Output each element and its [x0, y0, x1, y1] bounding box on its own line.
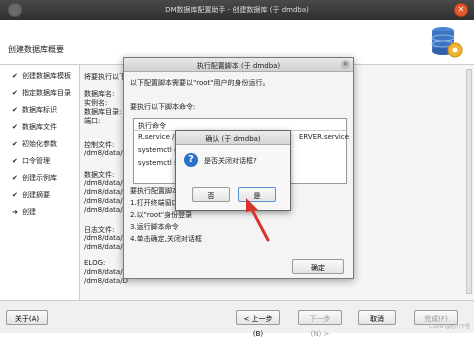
step-item: ✔ 数据库标识 — [12, 106, 57, 114]
data-file-path: /dm8/data/D — [84, 197, 128, 205]
instruction-step: 3.运行脚本命令 — [130, 223, 179, 231]
confirm-dialog-title: 确认 (于 dmdba) — [205, 135, 261, 143]
instruction-step: 4.单击确定,关闭对话框 — [130, 235, 202, 243]
elog-label: ELOG: — [84, 259, 106, 267]
log-file-path: /dm8/data/D — [84, 243, 128, 251]
watermark: CSDN @若川下雪 — [429, 324, 470, 330]
script-description: 以下配置脚本需要以"root"用户的身份运行。 — [130, 79, 270, 87]
script-dialog-title: 执行配置脚本 (于 dmdba) — [196, 62, 281, 70]
step-item: ✔ 创建数据库模板 — [12, 72, 71, 80]
step-item: ✔ 创建摘要 — [12, 191, 50, 199]
step-item: ✔ 数据库文件 — [12, 123, 57, 131]
instruction-step: 1.打开终端窗口 — [130, 199, 179, 207]
step-item: ✔ 创建示例库 — [12, 174, 57, 182]
cancel-button[interactable]: 取消 — [358, 310, 396, 325]
intro-text: 将要执行以下 — [84, 73, 126, 81]
window-title: DM数据库配置助手 - 创建数据库 (于 dmdba) — [165, 6, 309, 14]
elog-path: /dm8/data/D — [84, 268, 128, 276]
database-gear-icon — [431, 27, 463, 58]
wizard-button-bar: 关于(A) < 上一步(B) 下一步(N) > 取消 完成(F) CSDN @若… — [0, 300, 474, 338]
step-item-current: ➜ 创建 — [12, 208, 36, 216]
cmd-label: 要执行以下脚本命令: — [130, 103, 196, 111]
confirm-dialog: 确认 (于 dmdba) ? 是否关闭对话框? 否 是 — [175, 130, 291, 211]
log-file-path: /dm8/data/D — [84, 234, 128, 242]
back-button[interactable]: < 上一步(B) — [236, 310, 280, 338]
scrollbar[interactable] — [466, 69, 472, 294]
command-line-tail: ERVER.service — [299, 133, 350, 141]
yes-button[interactable]: 是 — [238, 187, 276, 202]
confirm-message: 是否关闭对话框? — [204, 157, 257, 165]
step-item: ✔ 初始化参数 — [12, 140, 57, 148]
data-file-path: /dm8/data/D — [84, 179, 128, 187]
page-title: 创建数据库概要 — [8, 45, 64, 54]
ok-button[interactable]: 确定 — [292, 259, 344, 274]
data-file-path: /dm8/data/D — [84, 188, 128, 196]
elog-path: /dm8/data/D — [84, 277, 128, 285]
no-button[interactable]: 否 — [192, 187, 230, 202]
close-icon[interactable]: ✕ — [341, 60, 350, 69]
confirm-dialog-titlebar: 确认 (于 dmdba) — [176, 131, 290, 145]
script-dialog-titlebar: 执行配置脚本 (于 dmdba) ✕ — [124, 58, 353, 72]
step-item: ✔ 口令管理 — [12, 157, 50, 165]
step-item: ✔ 指定数据库目录 — [12, 89, 71, 97]
steps-label: 要执行配置脚本 — [130, 187, 179, 195]
field-label: 端口: — [84, 117, 101, 125]
control-file-path: /dm8/data/D — [84, 149, 128, 157]
data-file-path: /dm8/data/D — [84, 206, 128, 214]
window-titlebar: DM数据库配置助手 - 创建数据库 (于 dmdba) ✕ — [0, 0, 474, 20]
instruction-step: 2.以"root"身份登录 — [130, 211, 193, 219]
next-button[interactable]: 下一步(N) > — [298, 310, 342, 338]
close-button[interactable]: ✕ — [454, 3, 468, 17]
about-button[interactable]: 关于(A) — [6, 310, 48, 325]
question-icon: ? — [184, 153, 198, 167]
steps-sidebar: ✔ 创建数据库模板 ✔ 指定数据库目录 ✔ 数据库标识 ✔ 数据库文件 ✔ 初始化参数 ✔… — [0, 65, 78, 300]
